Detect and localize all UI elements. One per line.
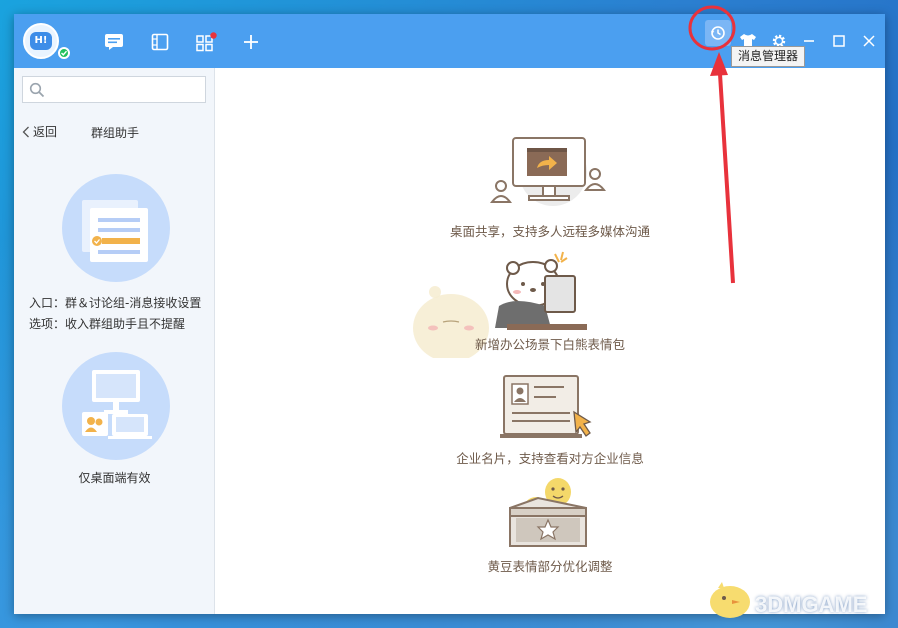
- contacts-tab-icon[interactable]: [149, 32, 171, 52]
- document-settings-icon: [82, 200, 148, 262]
- maximize-button[interactable]: [828, 30, 850, 52]
- feature-caption: 黄豆表情部分优化调整: [487, 559, 613, 574]
- desktop-computer-icon: [82, 370, 152, 439]
- feature-yellow-bean-emoji: 黄豆表情部分优化调整: [215, 474, 885, 584]
- update-features-panel: 桌面共享，支持多人远程多媒体沟通 新增办公场景下白熊表情包 企业名片，支持查看对…: [215, 68, 885, 614]
- yellow-bean-box-icon: [509, 478, 587, 547]
- message-manager-button[interactable]: [705, 20, 731, 46]
- add-icon[interactable]: [240, 32, 262, 52]
- feature-white-bear-stickers: 新增办公场景下白熊表情包: [215, 248, 885, 368]
- close-button[interactable]: [858, 30, 880, 52]
- user-avatar[interactable]: H!: [23, 23, 59, 59]
- chevron-left-icon: [22, 126, 29, 137]
- notification-dot-icon: [210, 32, 217, 39]
- search-input[interactable]: [51, 80, 201, 100]
- group-assistant-description: 入口：群＆讨论组-消息接收设置 选项：收入群组助手且不提醒: [29, 293, 201, 335]
- search-box[interactable]: [22, 76, 206, 103]
- screen-share-icon: [489, 137, 607, 206]
- apps-tab-icon[interactable]: [195, 32, 217, 52]
- entry-path-text: 入口：群＆讨论组-消息接收设置: [29, 296, 202, 310]
- feature-caption: 企业名片，支持查看对方企业信息: [456, 451, 644, 466]
- desktop-only-text: 仅桌面端有效: [78, 471, 151, 485]
- option-text: 选项：收入群组助手且不提醒: [29, 317, 186, 331]
- group-assistant-illustration: [62, 174, 170, 282]
- search-icon: [29, 82, 45, 98]
- message-manager-tooltip: 消息管理器: [731, 46, 806, 67]
- business-card-icon: [500, 375, 592, 438]
- panel-title: 群组助手: [91, 126, 140, 140]
- chat-tab-icon[interactable]: [103, 32, 125, 52]
- online-status-icon: [58, 47, 70, 59]
- back-label: 返回: [33, 125, 58, 139]
- qq-window: H! 消息管理器 返回 群组助手 入口：群＆讨论组-消息接收设置 选项：收入群组…: [14, 14, 885, 614]
- feature-business-card: 企业名片，支持查看对方企业信息: [215, 368, 885, 478]
- feature-desktop-share: 桌面共享，支持多人远程多媒体沟通: [215, 128, 885, 239]
- desktop-only-illustration: [62, 352, 170, 460]
- watermark-chick-icon: [710, 582, 750, 618]
- feature-caption: 桌面共享，支持多人远程多媒体沟通: [449, 224, 650, 239]
- back-button[interactable]: 返回: [22, 123, 57, 140]
- watermark-text: 3DMGAME: [755, 592, 868, 617]
- avatar-logo: H!: [30, 32, 52, 50]
- history-clock-icon: [711, 26, 725, 40]
- sidebar: 返回 群组助手 入口：群＆讨论组-消息接收设置 选项：收入群组助手且不提醒 仅桌…: [14, 68, 215, 614]
- feature-caption: 新增办公场景下白熊表情包: [474, 337, 625, 352]
